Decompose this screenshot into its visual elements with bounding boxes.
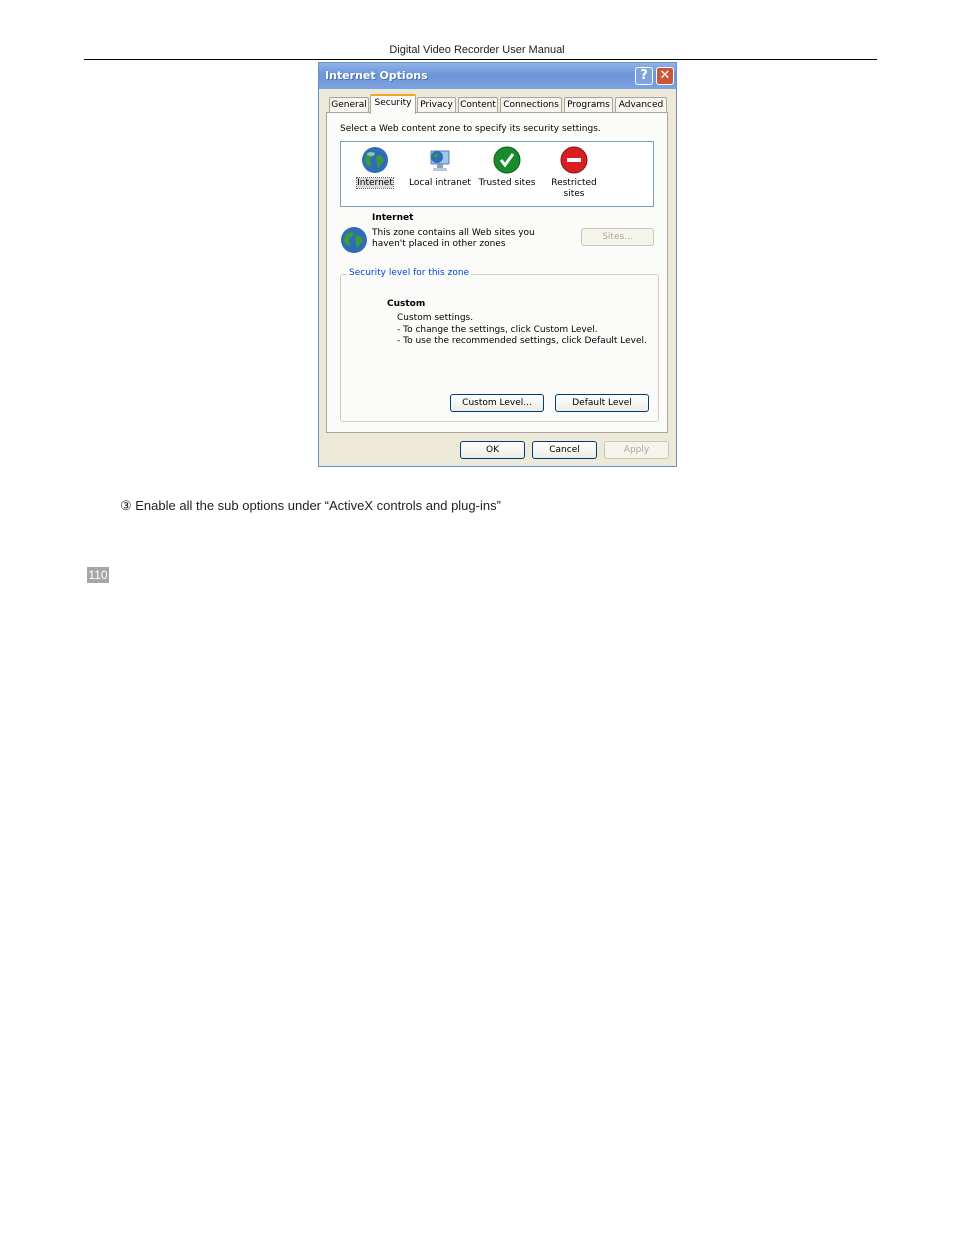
tab-general[interactable]: General — [329, 97, 369, 113]
custom-level-button[interactable]: Custom Level... — [450, 394, 544, 412]
tab-privacy[interactable]: Privacy — [417, 97, 456, 113]
zone-label: Local intranet — [409, 178, 471, 188]
default-level-button[interactable]: Default Level — [555, 394, 649, 412]
dialog-title: Internet Options — [325, 69, 428, 82]
tab-connections[interactable]: Connections — [500, 97, 562, 113]
group-label: Security level for this zone — [347, 268, 472, 278]
internet-options-dialog: Internet Options ? ✕ General Security Pr… — [318, 62, 677, 467]
level-title: Custom — [387, 299, 426, 309]
zone-label: Internet — [356, 177, 394, 189]
no-entry-icon — [560, 146, 588, 174]
globe-icon — [362, 147, 388, 173]
cancel-button[interactable]: Cancel — [532, 441, 597, 459]
tab-programs[interactable]: Programs — [564, 97, 613, 113]
zone-trusted-sites[interactable]: Trusted sites — [474, 144, 540, 189]
close-button[interactable]: ✕ — [656, 67, 674, 85]
level-line: Custom settings. — [397, 313, 474, 323]
checkmark-icon — [493, 146, 521, 174]
zone-label: Restricted sites — [551, 178, 597, 199]
zone-label: Trusted sites — [478, 178, 536, 188]
zone-restricted-sites[interactable]: Restricted sites — [541, 144, 607, 200]
level-line: - To use the recommended settings, click… — [397, 336, 647, 346]
security-level-group: Security level for this zone Custom Cust… — [340, 268, 659, 422]
header-rule — [84, 59, 877, 60]
help-button[interactable]: ? — [635, 67, 653, 85]
zone-info-description: This zone contains all Web sites you hav… — [372, 228, 535, 249]
zone-list: Internet Local intranet Trusted sites Re… — [340, 141, 654, 207]
title-bar[interactable]: Internet Options ? ✕ — [319, 63, 676, 89]
zone-select-label: Select a Web content zone to specify its… — [340, 124, 601, 134]
zone-internet[interactable]: Internet — [342, 144, 408, 189]
tab-security[interactable]: Security — [370, 94, 416, 114]
level-description: Custom settings. - To change the setting… — [397, 313, 647, 348]
page-number: 110 — [87, 567, 109, 583]
instruction-text: ③ Enable all the sub options under “Acti… — [120, 498, 501, 513]
sites-button[interactable]: Sites... — [581, 228, 654, 246]
zone-local-intranet[interactable]: Local intranet — [407, 144, 473, 189]
tab-advanced[interactable]: Advanced — [615, 97, 667, 113]
zone-info-title: Internet — [372, 213, 414, 223]
apply-button[interactable]: Apply — [604, 441, 669, 459]
ok-button[interactable]: OK — [460, 441, 525, 459]
globe-icon — [341, 227, 367, 253]
page-header: Digital Video Recorder User Manual — [389, 44, 565, 56]
computer-globe-icon — [430, 150, 450, 171]
tab-content[interactable]: Content — [458, 97, 498, 113]
level-line: - To change the settings, click Custom L… — [397, 324, 598, 335]
security-panel: Select a Web content zone to specify its… — [326, 112, 668, 433]
